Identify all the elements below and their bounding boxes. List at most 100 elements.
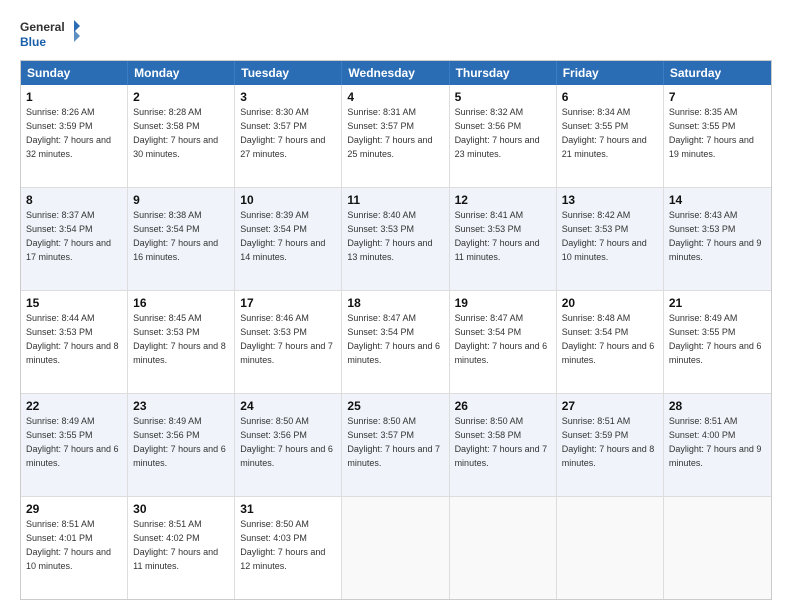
cal-cell-24: 24 Sunrise: 8:50 AMSunset: 3:56 PMDayligh… xyxy=(235,394,342,496)
cal-row-3: 15Sunrise: 8:44 AMSunset: 3:53 PMDayligh… xyxy=(21,291,771,394)
day-number: 23 xyxy=(133,398,229,414)
cal-cell-29: 29Sunrise: 8:51 AMSunset: 4:01 PMDayligh… xyxy=(21,497,128,599)
cal-cell-empty-4-5 xyxy=(557,497,664,599)
day-number: 17 xyxy=(240,295,336,311)
page: General Blue SundayMondayTuesdayWednesda… xyxy=(0,0,792,612)
cal-cell-17: 17 Sunrise: 8:46 AMSunset: 3:53 PMDayligh… xyxy=(235,291,342,393)
day-number: 21 xyxy=(669,295,766,311)
calendar-body: 1 Sunrise: 8:26 AMSunset: 3:59 PMDaylight… xyxy=(21,85,771,599)
cal-cell-28: 28 Sunrise: 8:51 AMSunset: 4:00 PMDayligh… xyxy=(664,394,771,496)
cell-text: Sunrise: 8:50 AMSunset: 3:56 PMDaylight:… xyxy=(240,416,333,467)
day-number: 4 xyxy=(347,89,443,105)
cell-text: Sunrise: 8:40 AMSunset: 3:53 PMDaylight:… xyxy=(347,210,432,261)
header-wednesday: Wednesday xyxy=(342,61,449,85)
cal-cell-18: 18Sunrise: 8:47 AMSunset: 3:54 PMDayligh… xyxy=(342,291,449,393)
cell-text: Sunrise: 8:49 AMSunset: 3:55 PMDaylight:… xyxy=(26,416,119,467)
logo-svg: General Blue xyxy=(20,16,80,52)
header-tuesday: Tuesday xyxy=(235,61,342,85)
day-number: 9 xyxy=(133,192,229,208)
day-number: 30 xyxy=(133,501,229,517)
cell-text: Sunrise: 8:50 AMSunset: 4:03 PMDaylight:… xyxy=(240,519,325,570)
cal-cell-26: 26 Sunrise: 8:50 AMSunset: 3:58 PMDayligh… xyxy=(450,394,557,496)
header: General Blue xyxy=(20,16,772,52)
day-number: 12 xyxy=(455,192,551,208)
day-number: 24 xyxy=(240,398,336,414)
cell-text: Sunrise: 8:51 AMSunset: 4:02 PMDaylight:… xyxy=(133,519,218,570)
day-number: 25 xyxy=(347,398,443,414)
svg-text:Blue: Blue xyxy=(20,35,46,49)
cal-cell-empty-4-4 xyxy=(450,497,557,599)
day-number: 15 xyxy=(26,295,122,311)
day-number: 2 xyxy=(133,89,229,105)
cal-cell-22: 22 Sunrise: 8:49 AMSunset: 3:55 PMDayligh… xyxy=(21,394,128,496)
day-number: 1 xyxy=(26,89,122,105)
day-number: 8 xyxy=(26,192,122,208)
cal-cell-8: 8 Sunrise: 8:37 AMSunset: 3:54 PMDaylight… xyxy=(21,188,128,290)
cal-row-5: 29Sunrise: 8:51 AMSunset: 4:01 PMDayligh… xyxy=(21,497,771,599)
cal-row-2: 8 Sunrise: 8:37 AMSunset: 3:54 PMDaylight… xyxy=(21,188,771,291)
cal-row-4: 22 Sunrise: 8:49 AMSunset: 3:55 PMDayligh… xyxy=(21,394,771,497)
day-number: 22 xyxy=(26,398,122,414)
day-number: 31 xyxy=(240,501,336,517)
cal-cell-31: 31 Sunrise: 8:50 AMSunset: 4:03 PMDayligh… xyxy=(235,497,342,599)
cal-cell-empty-4-3 xyxy=(342,497,449,599)
cal-cell-20: 20Sunrise: 8:48 AMSunset: 3:54 PMDayligh… xyxy=(557,291,664,393)
cell-text: Sunrise: 8:51 AMSunset: 3:59 PMDaylight:… xyxy=(562,416,655,467)
cal-cell-5: 5 Sunrise: 8:32 AMSunset: 3:56 PMDaylight… xyxy=(450,85,557,187)
cal-cell-3: 3Sunrise: 8:30 AMSunset: 3:57 PMDaylight… xyxy=(235,85,342,187)
cal-cell-30: 30 Sunrise: 8:51 AMSunset: 4:02 PMDayligh… xyxy=(128,497,235,599)
cell-text: Sunrise: 8:39 AMSunset: 3:54 PMDaylight:… xyxy=(240,210,325,261)
cell-text: Sunrise: 8:49 AMSunset: 3:55 PMDaylight:… xyxy=(669,313,762,364)
cell-text: Sunrise: 8:51 AMSunset: 4:00 PMDaylight:… xyxy=(669,416,762,467)
cal-cell-23: 23 Sunrise: 8:49 AMSunset: 3:56 PMDayligh… xyxy=(128,394,235,496)
header-friday: Friday xyxy=(557,61,664,85)
cell-text: Sunrise: 8:45 AMSunset: 3:53 PMDaylight:… xyxy=(133,313,226,364)
cell-text: Sunrise: 8:50 AMSunset: 3:57 PMDaylight:… xyxy=(347,416,440,467)
cell-text: Sunrise: 8:37 AMSunset: 3:54 PMDaylight:… xyxy=(26,210,111,261)
header-sunday: Sunday xyxy=(21,61,128,85)
cell-text: Sunrise: 8:47 AMSunset: 3:54 PMDaylight:… xyxy=(455,313,548,364)
day-number: 13 xyxy=(562,192,658,208)
day-number: 19 xyxy=(455,295,551,311)
calendar: SundayMondayTuesdayWednesdayThursdayFrid… xyxy=(20,60,772,600)
cal-cell-2: 2Sunrise: 8:28 AMSunset: 3:58 PMDaylight… xyxy=(128,85,235,187)
cell-text: Sunrise: 8:32 AMSunset: 3:56 PMDaylight:… xyxy=(455,107,540,158)
day-number: 18 xyxy=(347,295,443,311)
cal-cell-15: 15Sunrise: 8:44 AMSunset: 3:53 PMDayligh… xyxy=(21,291,128,393)
day-number: 28 xyxy=(669,398,766,414)
cell-text: Sunrise: 8:46 AMSunset: 3:53 PMDaylight:… xyxy=(240,313,333,364)
header-saturday: Saturday xyxy=(664,61,771,85)
cal-cell-21: 21 Sunrise: 8:49 AMSunset: 3:55 PMDayligh… xyxy=(664,291,771,393)
calendar-header: SundayMondayTuesdayWednesdayThursdayFrid… xyxy=(21,61,771,85)
cal-cell-27: 27 Sunrise: 8:51 AMSunset: 3:59 PMDayligh… xyxy=(557,394,664,496)
cell-text: Sunrise: 8:51 AMSunset: 4:01 PMDaylight:… xyxy=(26,519,111,570)
cal-cell-6: 6 Sunrise: 8:34 AMSunset: 3:55 PMDaylight… xyxy=(557,85,664,187)
cell-text: Sunrise: 8:48 AMSunset: 3:54 PMDaylight:… xyxy=(562,313,655,364)
cal-cell-1: 1 Sunrise: 8:26 AMSunset: 3:59 PMDaylight… xyxy=(21,85,128,187)
cal-cell-4: 4 Sunrise: 8:31 AMSunset: 3:57 PMDaylight… xyxy=(342,85,449,187)
cell-text: Sunrise: 8:31 AMSunset: 3:57 PMDaylight:… xyxy=(347,107,432,158)
cell-text: Sunrise: 8:50 AMSunset: 3:58 PMDaylight:… xyxy=(455,416,548,467)
cal-cell-11: 11 Sunrise: 8:40 AMSunset: 3:53 PMDayligh… xyxy=(342,188,449,290)
cal-cell-9: 9 Sunrise: 8:38 AMSunset: 3:54 PMDaylight… xyxy=(128,188,235,290)
header-thursday: Thursday xyxy=(450,61,557,85)
day-number: 27 xyxy=(562,398,658,414)
cal-cell-25: 25 Sunrise: 8:50 AMSunset: 3:57 PMDayligh… xyxy=(342,394,449,496)
day-number: 7 xyxy=(669,89,766,105)
cell-text: Sunrise: 8:34 AMSunset: 3:55 PMDaylight:… xyxy=(562,107,647,158)
cell-text: Sunrise: 8:38 AMSunset: 3:54 PMDaylight:… xyxy=(133,210,218,261)
cell-text: Sunrise: 8:26 AMSunset: 3:59 PMDaylight:… xyxy=(26,107,111,158)
svg-text:General: General xyxy=(20,20,65,34)
day-number: 16 xyxy=(133,295,229,311)
cell-text: Sunrise: 8:41 AMSunset: 3:53 PMDaylight:… xyxy=(455,210,540,261)
day-number: 5 xyxy=(455,89,551,105)
cell-text: Sunrise: 8:49 AMSunset: 3:56 PMDaylight:… xyxy=(133,416,226,467)
day-number: 26 xyxy=(455,398,551,414)
day-number: 11 xyxy=(347,192,443,208)
cal-cell-12: 12 Sunrise: 8:41 AMSunset: 3:53 PMDayligh… xyxy=(450,188,557,290)
cal-cell-14: 14 Sunrise: 8:43 AMSunset: 3:53 PMDayligh… xyxy=(664,188,771,290)
day-number: 14 xyxy=(669,192,766,208)
day-number: 6 xyxy=(562,89,658,105)
cell-text: Sunrise: 8:43 AMSunset: 3:53 PMDaylight:… xyxy=(669,210,762,261)
cal-cell-19: 19 Sunrise: 8:47 AMSunset: 3:54 PMDayligh… xyxy=(450,291,557,393)
